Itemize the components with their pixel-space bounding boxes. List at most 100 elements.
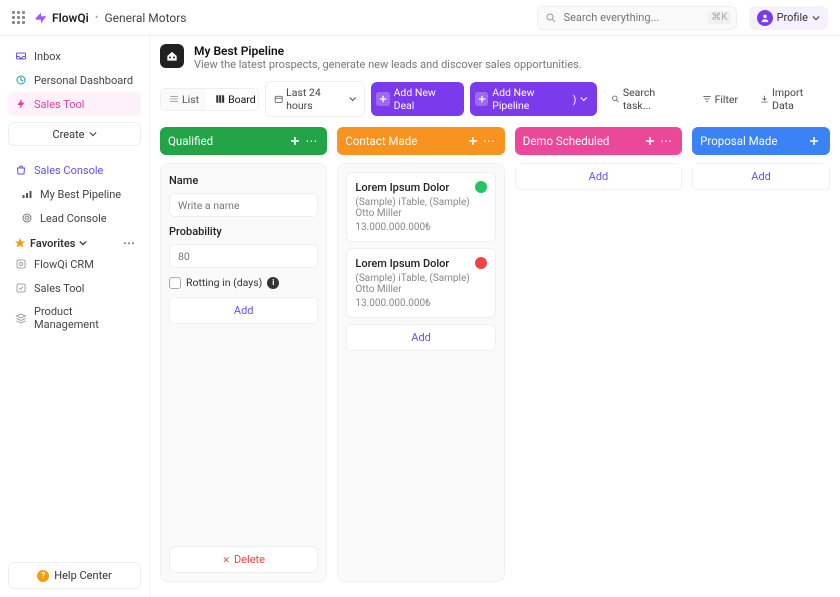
column-header-proposal: Proposal Made [692,127,830,155]
filter-label: Filter [715,93,738,106]
sidebar-item-lead-console[interactable]: Lead Console [8,206,141,230]
brand-name: FlowQi [52,11,89,25]
view-board[interactable]: Board [207,89,259,110]
time-range-selector[interactable]: Last 24 hours [265,81,366,117]
info-icon[interactable]: i [267,277,279,289]
qualified-delete-button[interactable]: Delete [169,546,318,573]
proposal-add-button[interactable]: Add [692,163,830,190]
sidebar-fav-crm[interactable]: FlowQi CRM [8,252,141,276]
column-add-icon[interactable] [287,133,303,149]
probability-input[interactable] [169,244,318,268]
create-button[interactable]: Create [8,122,141,146]
card-subtitle: (Sample) iTable, (Sample) Otto Miller [355,273,486,295]
list-icon [169,94,179,104]
view-list[interactable]: List [161,89,207,110]
favorites-header[interactable]: Favorites [8,230,141,252]
card-amount: 13.000.000.000₺ [355,222,486,233]
column-header-qualified: Qualified [160,127,327,155]
view-list-label: List [182,93,199,106]
probability-label: Probability [169,225,318,238]
sidebar-item-inbox[interactable]: Inbox [8,44,141,68]
status-bad-icon [475,257,487,269]
sidebar-label: Product Management [34,305,135,331]
favorites-more-icon[interactable] [123,236,135,250]
layers-icon [14,311,28,325]
chevron-down-icon [349,95,357,103]
crm-icon [14,257,28,271]
card-subtitle: (Sample) iTable, (Sample) Otto Miller [355,197,486,219]
help-label: Help Center [54,569,112,582]
sidebar-label: Sales Tool [34,98,84,111]
brand-logo[interactable]: FlowQi [34,11,89,25]
search-icon [611,94,620,104]
import-label: Import Data [772,86,822,112]
column-more-icon[interactable] [481,133,497,149]
sidebar-item-dashboard[interactable]: Personal Dashboard [8,68,141,92]
global-search-input[interactable] [537,6,737,30]
sidebar-label: Lead Console [40,212,107,225]
target-icon [20,211,34,225]
view-board-label: Board [228,93,256,106]
add-pipeline-button[interactable]: Add New Pipeline ) [470,82,597,116]
profile-menu[interactable]: Profile [749,6,828,30]
deal-card[interactable]: Lorem Ipsum Dolor (Sample) iTable, (Samp… [346,248,495,318]
demo-add-button[interactable]: Add [515,163,682,190]
name-input[interactable] [169,193,318,217]
favorites-label: Favorites [30,237,75,250]
calendar-icon [274,94,283,104]
sidebar-fav-sales[interactable]: Sales Tool [8,276,141,300]
breadcrumb[interactable]: General Motors [104,11,186,25]
add-pipeline-label: Add New Pipeline [492,86,569,112]
sidebar-label: Sales Tool [34,282,84,295]
card-amount: 13.000.000.000₺ [355,298,486,309]
deal-card[interactable]: Lorem Ipsum Dolor (Sample) iTable, (Samp… [346,172,495,242]
chevron-down-icon [89,130,97,138]
chevron-down-icon [812,14,820,22]
name-label: Name [169,174,318,187]
check-icon [14,281,28,295]
qualified-add-button[interactable]: Add [169,297,318,324]
column-add-icon[interactable] [465,133,481,149]
column-add-icon[interactable] [806,133,822,149]
chevron-down-icon [79,239,87,247]
help-center-button[interactable]: ? Help Center [8,562,141,589]
download-icon [760,94,769,104]
add-deal-button[interactable]: Add New Deal [371,82,464,116]
column-add-icon[interactable] [642,133,658,149]
sidebar-item-sales-console[interactable]: Sales Console [8,158,141,182]
filter-button[interactable]: Filter [694,89,746,110]
lightning-icon [14,97,28,111]
sidebar-label: Personal Dashboard [34,74,133,87]
profile-label: Profile [777,11,808,24]
rotting-checkbox-row[interactable]: Rotting in (days) i [169,274,318,291]
card-title: Lorem Ipsum Dolor [355,257,486,270]
column-more-icon[interactable] [303,133,319,149]
column-header-demo: Demo Scheduled [515,127,682,155]
search-tasks[interactable]: Search task... [603,82,688,116]
card-title: Lorem Ipsum Dolor [355,181,486,194]
search-icon [545,12,557,24]
plus-icon [376,92,389,106]
checkbox-icon [169,277,181,289]
apps-grid-icon[interactable] [12,11,26,25]
contact-add-button[interactable]: Add [346,324,495,351]
status-ok-icon [475,181,487,193]
bag-icon [14,163,28,177]
sidebar-label: Sales Console [34,164,103,177]
import-button[interactable]: Import Data [752,82,830,116]
sidebar-item-my-pipeline[interactable]: My Best Pipeline [8,182,141,206]
sidebar-fav-pm[interactable]: Product Management [8,300,141,336]
column-title: Qualified [168,134,213,148]
add-deal-label: Add New Deal [394,86,456,112]
chevron-down-icon [580,95,587,103]
column-title: Contact Made [345,134,417,148]
column-header-contact: Contact Made [337,127,504,155]
column-title: Proposal Made [700,134,777,148]
sidebar-label: Inbox [34,50,61,63]
page-subtitle: View the latest prospects, generate new … [194,58,582,71]
column-more-icon[interactable] [658,133,674,149]
filter-icon [702,94,712,104]
view-toggle: List Board [160,88,259,111]
help-icon: ? [37,570,49,582]
sidebar-item-sales-tool[interactable]: Sales Tool [8,92,141,116]
